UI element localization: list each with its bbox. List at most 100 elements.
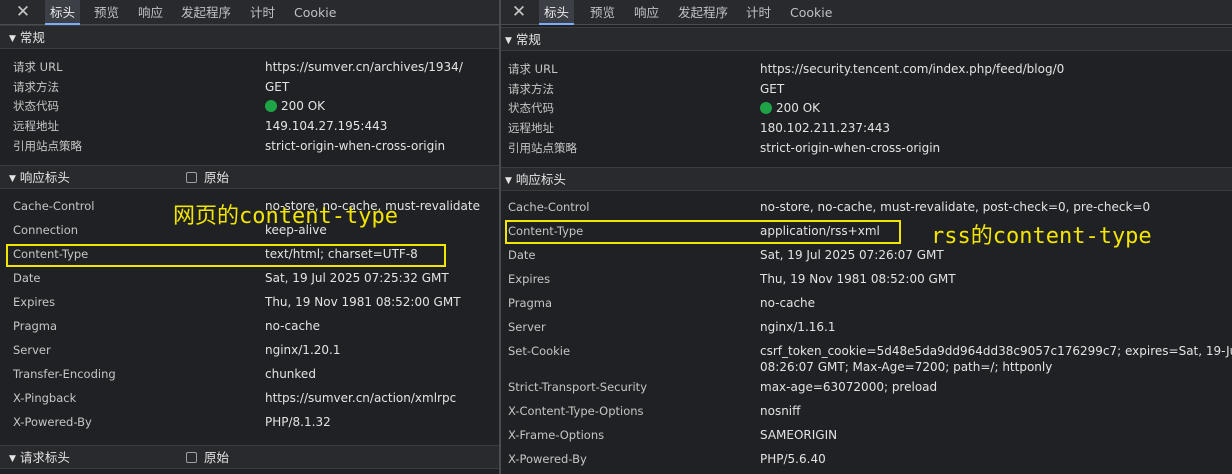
header-row: Pragma no-cache xyxy=(0,316,499,336)
general-value-referrer: strict-origin-when-cross-origin xyxy=(760,141,941,155)
annotation-label: rss的content-type xyxy=(931,224,1152,249)
general-value-url[interactable]: https://security.tencent.com/index.php/f… xyxy=(760,59,1064,79)
header-row: Transfer-Encoding chunked xyxy=(0,364,499,384)
header-value: Thu, 19 Nov 1981 08:52:00 GMT xyxy=(760,272,956,286)
header-name: X-Content-Type-Options xyxy=(508,404,644,418)
section-request-headers-header[interactable]: ▼ 请求标头 原始 xyxy=(0,445,499,469)
section-response-headers-title: 响应标头 xyxy=(19,170,70,185)
raw-checkbox[interactable] xyxy=(186,172,197,183)
tab-initiator[interactable]: 发起程序 xyxy=(673,0,733,25)
section-general-header[interactable]: ▼ 常规 xyxy=(501,27,1232,51)
status-text: 200 OK xyxy=(281,99,326,113)
tab-response[interactable]: 响应 xyxy=(133,0,168,25)
general-key-status: 状态代码 xyxy=(508,101,554,115)
tab-preview[interactable]: 预览 xyxy=(585,0,620,25)
tab-headers[interactable]: 标头 xyxy=(45,0,81,25)
header-value: Thu, 19 Nov 1981 08:52:00 GMT xyxy=(265,295,461,309)
general-value-status: 200 OK xyxy=(760,98,820,118)
general-row-status: 状态代码 200 OK xyxy=(501,98,1232,118)
tab-timing[interactable]: 计时 xyxy=(741,0,776,25)
tab-cookie[interactable]: Cookie xyxy=(785,0,837,25)
general-value-method: GET xyxy=(760,82,785,96)
close-icon[interactable]: ✕ xyxy=(12,1,34,23)
raw-toggle[interactable]: 原始 xyxy=(186,166,229,190)
general-row-status: 状态代码 200 OK xyxy=(0,96,499,116)
general-row-method: 请求方法 GET xyxy=(501,79,1232,99)
section-response-headers-header[interactable]: ▼ 响应标头 xyxy=(501,167,1232,191)
collapse-triangle-icon: ▼ xyxy=(9,174,16,184)
general-row-referrer: 引用站点策略 strict-origin-when-cross-origin xyxy=(501,138,1232,158)
header-row: Expires Thu, 19 Nov 1981 08:52:00 GMT xyxy=(501,269,1232,289)
close-icon[interactable]: ✕ xyxy=(508,1,530,23)
header-value: no-cache xyxy=(760,296,816,310)
raw-toggle[interactable]: 原始 xyxy=(186,446,229,470)
header-value: SAMEORIGIN xyxy=(760,428,838,442)
header-row: Server nginx/1.20.1 xyxy=(0,340,499,360)
header-row: Pragma no-cache xyxy=(501,293,1232,313)
general-key-url: 请求 URL xyxy=(508,62,558,76)
devtools-pane-left: ✕ 标头 预览 响应 发起程序 计时 Cookie ▼ 常规 请求 URL htt… xyxy=(0,0,499,474)
status-ok-icon xyxy=(760,102,772,114)
general-row-remote: 远程地址 180.102.211.237:443 xyxy=(501,118,1232,138)
header-value: no-cache xyxy=(265,319,321,333)
header-name: X-Powered-By xyxy=(13,415,92,429)
tab-preview[interactable]: 预览 xyxy=(89,0,124,25)
collapse-triangle-icon: ▼ xyxy=(9,34,16,44)
header-value: Sat, 19 Jul 2025 07:25:32 GMT xyxy=(265,271,449,285)
raw-checkbox[interactable] xyxy=(186,452,197,463)
section-general-title: 常规 xyxy=(515,32,541,47)
general-value-method: GET xyxy=(265,80,290,94)
general-row-url: 请求 URL https://security.tencent.com/inde… xyxy=(501,59,1232,79)
general-row-remote: 远程地址 149.104.27.195:443 xyxy=(0,116,499,136)
general-key-method: 请求方法 xyxy=(13,80,59,94)
tab-headers[interactable]: 标头 xyxy=(539,0,575,25)
general-value-referrer: strict-origin-when-cross-origin xyxy=(265,139,446,153)
general-key-remote: 远程地址 xyxy=(13,119,59,133)
header-value: nginx/1.20.1 xyxy=(265,343,341,357)
tab-bar: ✕ 标头 预览 响应 发起程序 计时 Cookie xyxy=(0,0,499,25)
collapse-triangle-icon: ▼ xyxy=(505,36,512,46)
header-row: X-Powered-By PHP/5.6.40 xyxy=(501,449,1232,469)
header-value: PHP/8.1.32 xyxy=(265,415,331,429)
status-text: 200 OK xyxy=(776,101,821,115)
header-row-set-cookie: Set-Cookie csrf_token_cookie=5d48e5da9dd… xyxy=(501,341,1232,377)
general-value-url[interactable]: https://sumver.cn/archives/1934/ xyxy=(265,57,463,77)
header-row: Strict-Transport-Security max-age=630720… xyxy=(501,377,1232,397)
tab-bar: ✕ 标头 预览 响应 发起程序 计时 Cookie xyxy=(501,0,1232,25)
devtools-pane-right: ✕ 标头 预览 响应 发起程序 计时 Cookie ▼ 常规 请求 URL htt… xyxy=(501,0,1232,474)
header-value: nginx/1.16.1 xyxy=(760,320,836,334)
tab-cookie[interactable]: Cookie xyxy=(289,0,341,25)
header-row: X-Powered-By PHP/8.1.32 xyxy=(0,412,499,432)
general-value-remote: 180.102.211.237:443 xyxy=(760,121,891,135)
header-row: Expires Thu, 19 Nov 1981 08:52:00 GMT xyxy=(0,292,499,312)
header-name: X-Powered-By xyxy=(508,452,587,466)
raw-label: 原始 xyxy=(204,450,230,465)
collapse-triangle-icon: ▼ xyxy=(505,176,512,186)
tab-response[interactable]: 响应 xyxy=(629,0,664,25)
general-value-remote: 149.104.27.195:443 xyxy=(265,119,388,133)
header-value[interactable]: https://sumver.cn/action/xmlrpc xyxy=(265,388,456,408)
header-row: X-Frame-Options SAMEORIGIN xyxy=(501,425,1232,445)
section-general-header[interactable]: ▼ 常规 xyxy=(0,25,499,49)
general-row-method: 请求方法 GET xyxy=(0,77,499,97)
section-response-headers-title: 响应标头 xyxy=(515,172,566,187)
highlight-box-content-type xyxy=(6,244,446,267)
header-name: Server xyxy=(13,343,51,357)
header-row: X-Pingback https://sumver.cn/action/xmlr… xyxy=(0,388,499,408)
general-key-remote: 远程地址 xyxy=(508,121,554,135)
header-name: Transfer-Encoding xyxy=(13,367,116,381)
header-name: Strict-Transport-Security xyxy=(508,380,647,394)
header-name: Pragma xyxy=(13,319,58,333)
header-value: csrf_token_cookie=5d48e5da9dd964dd38c905… xyxy=(760,344,1232,374)
header-value: max-age=63072000; preload xyxy=(760,380,938,394)
tab-initiator[interactable]: 发起程序 xyxy=(176,0,236,25)
general-row-url: 请求 URL https://sumver.cn/archives/1934/ xyxy=(0,57,499,77)
tab-timing[interactable]: 计时 xyxy=(245,0,280,25)
header-row: Date Sat, 19 Jul 2025 07:25:32 GMT xyxy=(0,268,499,288)
header-name: Date xyxy=(508,248,536,262)
header-name: Set-Cookie xyxy=(508,344,571,358)
section-response-headers-header[interactable]: ▼ 响应标头 原始 xyxy=(0,165,499,189)
highlight-box-content-type xyxy=(505,220,901,244)
general-row-referrer: 引用站点策略 strict-origin-when-cross-origin xyxy=(0,136,499,156)
header-value: chunked xyxy=(265,367,316,381)
